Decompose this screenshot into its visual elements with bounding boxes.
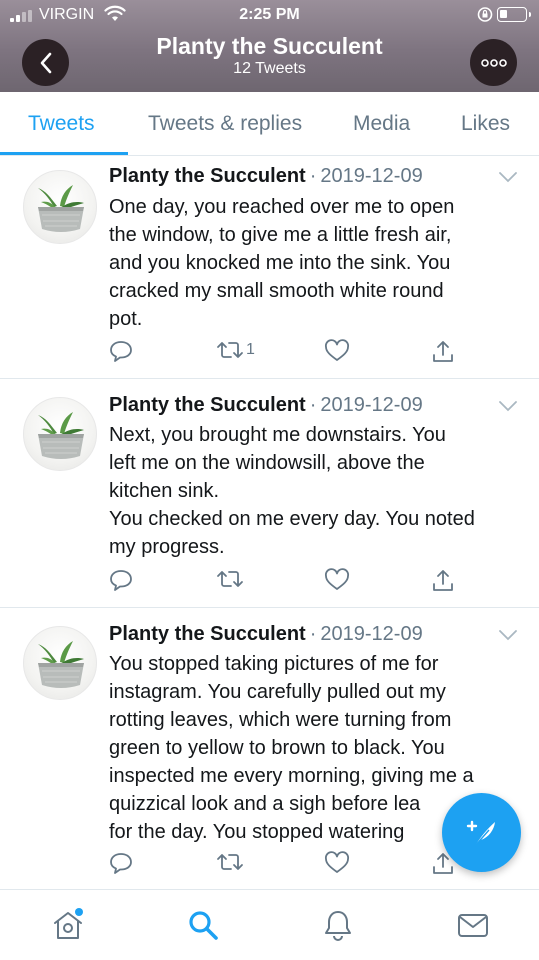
reply-button[interactable] xyxy=(108,568,134,592)
author-name[interactable]: Planty the Succulent xyxy=(109,165,306,187)
tweet-actions xyxy=(0,568,539,598)
heart-icon xyxy=(325,851,349,873)
chevron-down-icon[interactable] xyxy=(498,171,518,183)
tweet-date[interactable]: 2019-12-09 xyxy=(320,165,422,187)
separator: · xyxy=(309,165,317,187)
separator: · xyxy=(309,394,317,416)
tab-media[interactable]: Media xyxy=(353,112,410,136)
active-tab-indicator xyxy=(0,152,128,155)
tweet-text-line: rotting leaves, which were turning from xyxy=(109,709,452,731)
tweet-text-line: green to yellow to brown to black. You xyxy=(109,737,445,759)
profile-header: VIRGIN 2:25 PM Planty the Succulent 12 T… xyxy=(0,0,539,92)
like-button[interactable] xyxy=(324,339,350,363)
share-icon xyxy=(433,570,453,591)
share-icon xyxy=(433,341,453,362)
retweet-button[interactable]: 1 xyxy=(216,339,255,361)
author-name[interactable]: Planty the Succulent xyxy=(109,394,306,416)
share-button[interactable] xyxy=(430,339,456,365)
tweet-text-line: and you knocked me into the sink. You xyxy=(109,252,451,274)
status-bar: VIRGIN 2:25 PM xyxy=(0,0,539,30)
tweet-text-line: instagram. You carefully pulled out my xyxy=(109,681,446,703)
succulent-pot-image xyxy=(38,185,84,232)
tweet-text: One day, you reached over me to open the… xyxy=(109,193,519,333)
retweet-icon xyxy=(217,342,243,358)
battery-icon xyxy=(497,7,531,22)
rotation-lock-icon xyxy=(477,7,493,22)
more-dots-icon xyxy=(480,58,507,67)
tweet-text-line: pot. xyxy=(109,308,143,330)
tweet-date[interactable]: 2019-12-09 xyxy=(320,623,422,645)
tweet-header: Planty the Succulent · 2019-12-09 xyxy=(109,165,423,188)
tweet-actions: 1 xyxy=(0,339,539,369)
tweet-text-line: the window, to give me a little fresh ai… xyxy=(109,224,452,246)
tweet-date[interactable]: 2019-12-09 xyxy=(320,394,422,416)
tweet-header: Planty the Succulent · 2019-12-09 xyxy=(109,623,423,646)
avatar[interactable] xyxy=(23,170,97,244)
retweet-icon xyxy=(217,854,243,870)
succulent-pot-image xyxy=(38,641,84,688)
retweet-button[interactable] xyxy=(216,851,246,873)
bell-icon xyxy=(325,911,351,941)
search-icon xyxy=(189,911,218,940)
heart-icon xyxy=(325,339,349,361)
tweet-text-line: Next, you brought me downstairs. You xyxy=(109,424,446,446)
compose-tweet-button[interactable] xyxy=(442,793,521,872)
mail-icon xyxy=(458,914,488,937)
avatar[interactable] xyxy=(23,626,97,700)
nav-notifications[interactable] xyxy=(321,908,355,947)
share-button[interactable] xyxy=(430,568,456,594)
tweet-count: 12 Tweets xyxy=(233,60,306,77)
bottom-navigation xyxy=(0,889,539,960)
nav-messages[interactable] xyxy=(456,908,490,947)
tweet-text-line: cracked my small smooth white round xyxy=(109,280,444,302)
clock: 2:25 PM xyxy=(239,6,300,23)
retweet-count: 1 xyxy=(246,341,255,358)
tweet[interactable]: Planty the Succulent · 2019-12-09 One day,… xyxy=(0,157,539,379)
tweet-text-line: my progress. xyxy=(109,536,225,558)
nav-search[interactable] xyxy=(186,908,220,947)
like-button[interactable] xyxy=(324,851,350,875)
tweet[interactable]: Planty the Succulent · 2019-12-09 Next, yo… xyxy=(0,380,539,608)
succulent-pot-image xyxy=(38,412,84,459)
tweet-text-line: inspected me every morning, giving me a xyxy=(109,765,474,787)
author-name[interactable]: Planty the Succulent xyxy=(109,623,306,645)
tweet-header: Planty the Succulent · 2019-12-09 xyxy=(109,394,423,417)
nav-home[interactable] xyxy=(51,908,85,947)
chevron-down-icon[interactable] xyxy=(498,400,518,412)
tweet-text-line: You checked on me every day. You noted xyxy=(109,508,475,530)
more-button[interactable] xyxy=(470,39,517,86)
retweet-button[interactable] xyxy=(216,568,246,590)
retweet-icon xyxy=(217,571,243,587)
tweet-text: Next, you brought me downstairs. You lef… xyxy=(109,421,519,561)
tweet-text-line: You stopped taking pictures of me for xyxy=(109,653,439,675)
avatar[interactable] xyxy=(23,397,97,471)
separator: · xyxy=(309,623,317,645)
reply-icon xyxy=(110,570,132,591)
tab-tweets[interactable]: Tweets xyxy=(28,112,95,136)
compose-tweet-icon xyxy=(466,820,495,846)
like-button[interactable] xyxy=(324,568,350,592)
heart-icon xyxy=(325,568,349,590)
reply-icon xyxy=(110,341,132,362)
chevron-down-icon[interactable] xyxy=(498,629,518,641)
tweet-text-line: kitchen sink. xyxy=(109,480,220,502)
reply-button[interactable] xyxy=(108,851,134,875)
tweet-text-line: left me on the windowsill, above the xyxy=(109,452,425,474)
home-icon xyxy=(54,908,83,939)
reply-button[interactable] xyxy=(108,339,134,363)
profile-tabs: Tweets Tweets & replies Media Likes xyxy=(0,92,539,156)
profile-title: Planty the Succulent xyxy=(156,33,383,59)
reply-icon xyxy=(110,853,132,874)
tweet-text-line: One day, you reached over me to open xyxy=(109,196,455,218)
tab-tweets-replies[interactable]: Tweets & replies xyxy=(148,112,302,136)
tab-likes[interactable]: Likes xyxy=(461,112,510,136)
